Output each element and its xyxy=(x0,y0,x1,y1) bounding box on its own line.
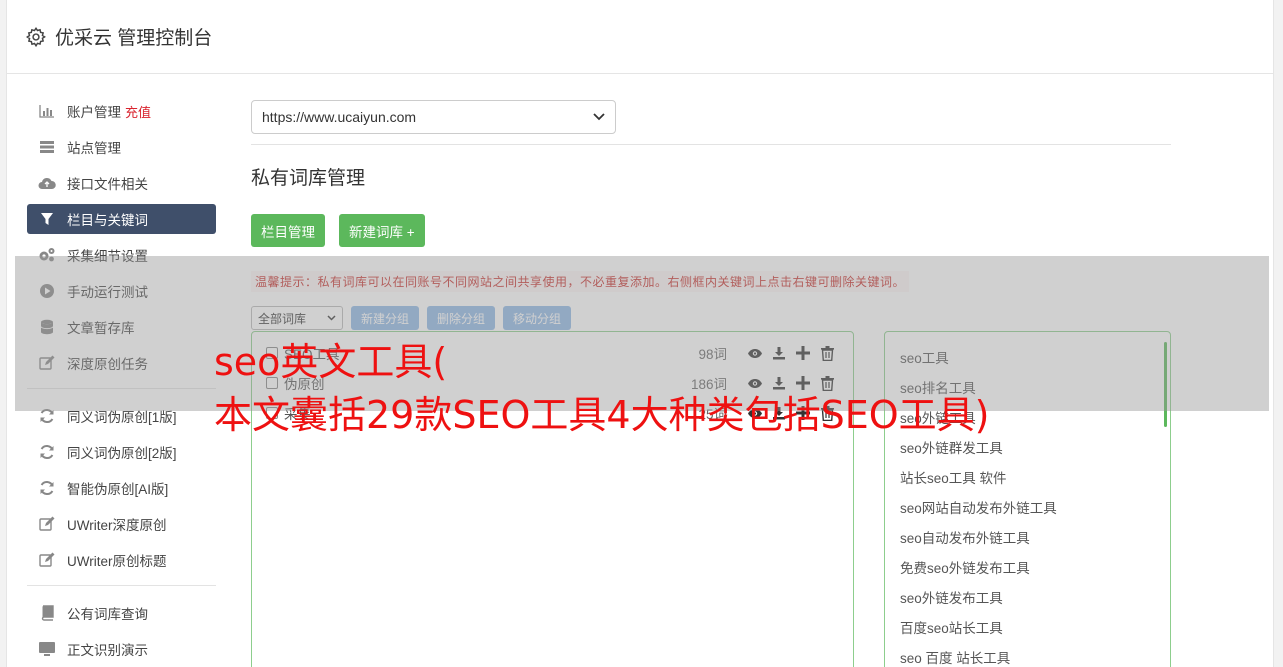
bar-chart-icon xyxy=(38,103,56,119)
recharge-link[interactable]: 充值 xyxy=(125,102,151,121)
sidebar-item-account[interactable]: 账户管理 充值 xyxy=(27,96,216,126)
overlay-headline: seo英文工具( 本文囊括29款SEO工具4大种类包括SEO工具) xyxy=(214,336,989,442)
sidebar-item-synonym-v2[interactable]: 同义词伪原创[2版] xyxy=(27,437,216,467)
keyword-item[interactable]: seo 百度 站长工具 xyxy=(885,642,1170,667)
sidebar-item-label: 公有词库查询 xyxy=(67,607,148,622)
sidebar-item-columns-keywords[interactable]: 栏目与关键词 xyxy=(27,204,216,234)
page-header: 优采云 管理控制台 xyxy=(7,0,1273,74)
gear-icon xyxy=(25,26,46,47)
overlay-line-1: seo英文工具( xyxy=(214,340,448,384)
sidebar-item-label: 智能伪原创[AI版] xyxy=(67,482,169,497)
sidebar-item-smart-ai[interactable]: 智能伪原创[AI版] xyxy=(27,473,216,503)
sidebar-item-interface[interactable]: 接口文件相关 xyxy=(27,168,216,198)
keyword-item[interactable]: seo网站自动发布外链工具 xyxy=(885,492,1170,522)
column-manage-button[interactable]: 栏目管理 xyxy=(251,214,325,247)
keyword-item[interactable]: seo外链发布工具 xyxy=(885,582,1170,612)
site-select[interactable]: https://www.ucaiyun.com xyxy=(251,100,616,134)
divider xyxy=(251,144,1171,145)
server-icon xyxy=(38,139,56,155)
keyword-item[interactable]: 免费seo外链发布工具 xyxy=(885,552,1170,582)
sidebar-item-sites[interactable]: 站点管理 xyxy=(27,132,216,162)
refresh-icon xyxy=(38,444,56,460)
edit-icon xyxy=(38,516,56,532)
sidebar-item-label: UWriter深度原创 xyxy=(67,518,167,533)
chevron-down-icon xyxy=(593,113,605,121)
sidebar-divider xyxy=(27,585,216,586)
sidebar-item-uwriter-deep[interactable]: UWriter深度原创 xyxy=(27,509,216,539)
sidebar-item-label: 账户管理 xyxy=(67,105,121,120)
new-library-button[interactable]: 新建词库 + xyxy=(339,214,425,247)
overlay-line-2: 本文囊括29款SEO工具4大种类包括SEO工具) xyxy=(214,393,990,437)
keyword-item[interactable]: 百度seo站长工具 xyxy=(885,612,1170,642)
section-title: 私有词库管理 xyxy=(251,168,366,189)
edit-icon xyxy=(38,552,56,568)
sidebar-item-label: UWriter原创标题 xyxy=(67,554,167,569)
sidebar-item-text-recognition[interactable]: 正文识别演示 xyxy=(27,634,216,664)
keyword-item[interactable]: 站长seo工具 软件 xyxy=(885,462,1170,492)
monitor-icon xyxy=(38,641,56,657)
app-title: 优采云 管理控制台 xyxy=(55,28,213,49)
book-icon xyxy=(38,605,56,621)
cloud-upload-icon xyxy=(38,175,56,191)
sidebar-item-uwriter-title[interactable]: UWriter原创标题 xyxy=(27,545,216,575)
refresh-icon xyxy=(38,480,56,496)
sidebar-item-label: 正文识别演示 xyxy=(67,643,148,658)
sidebar-item-label: 栏目与关键词 xyxy=(67,213,148,228)
sidebar-item-public-lexicon[interactable]: 公有词库查询 xyxy=(27,598,216,628)
sidebar-item-label: 同义词伪原创[2版] xyxy=(67,446,177,461)
action-buttons: 栏目管理 新建词库 + xyxy=(251,214,1171,247)
keyword-item[interactable]: seo自动发布外链工具 xyxy=(885,522,1170,552)
sidebar-item-label: 接口文件相关 xyxy=(67,177,148,192)
sidebar-item-label: 站点管理 xyxy=(67,141,121,156)
filter-icon xyxy=(38,211,56,227)
site-select-value: https://www.ucaiyun.com xyxy=(262,109,417,125)
